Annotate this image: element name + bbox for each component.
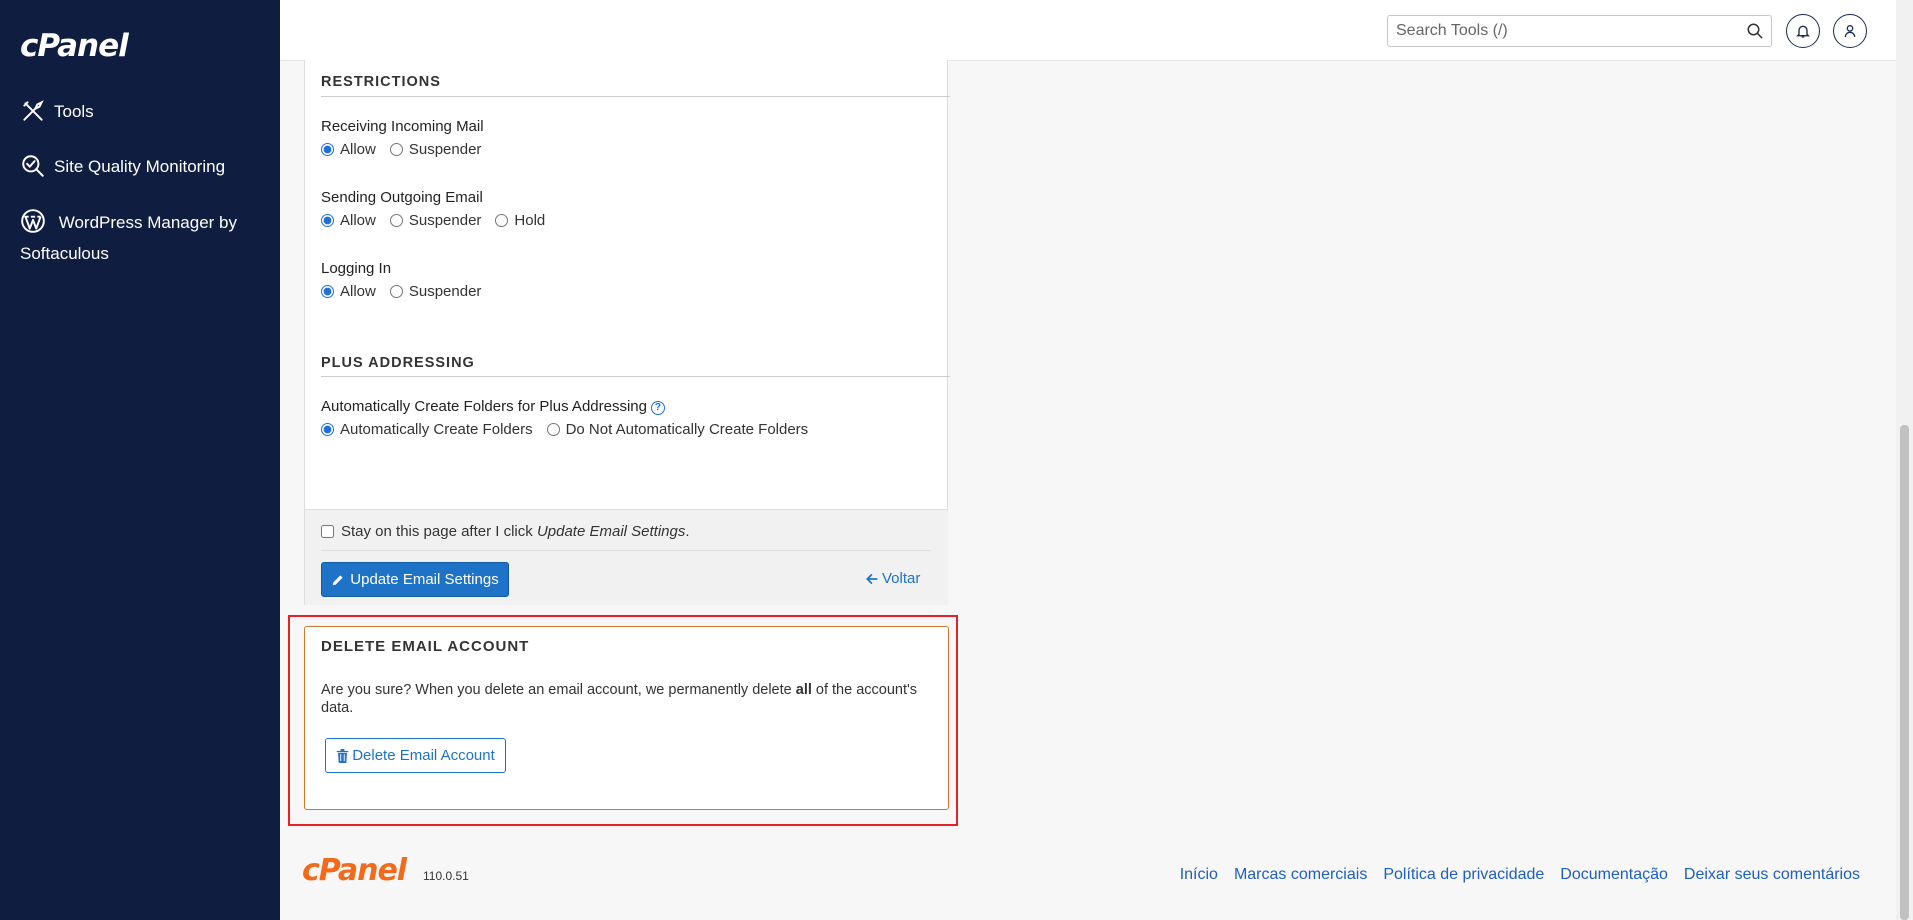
- footer-divider: [321, 550, 931, 551]
- tools-icon: [23, 100, 44, 121]
- wordpress-icon: [21, 209, 45, 233]
- receiving-label: Receiving Incoming Mail: [321, 118, 484, 135]
- top-header: [280, 0, 1896, 61]
- help-icon[interactable]: ?: [650, 401, 665, 415]
- footer-link-home[interactable]: Início: [1180, 866, 1218, 884]
- login-label: Logging In: [321, 260, 392, 277]
- restrictions-title: RESTRICTIONS: [321, 74, 441, 90]
- footer-link-trademarks[interactable]: Marcas comerciais: [1234, 866, 1367, 884]
- login-suspend-radio[interactable]: [389, 285, 403, 298]
- page-scrollbar-thumb[interactable]: [1900, 425, 1909, 920]
- sending-suspend-radio[interactable]: [389, 214, 403, 227]
- sidebar-item-site-quality[interactable]: Site Quality Monitoring: [20, 151, 270, 182]
- sending-allow-option[interactable]: Allow: [321, 212, 376, 229]
- update-email-settings-button[interactable]: Update Email Settings: [321, 562, 509, 597]
- delete-warning-text: Are you sure? When you delete an email a…: [321, 682, 918, 716]
- receiving-allow-radio[interactable]: [321, 143, 334, 156]
- user-icon: [1844, 25, 1856, 38]
- delete-email-account-button[interactable]: Delete Email Account: [325, 738, 506, 773]
- login-allow-radio[interactable]: [321, 285, 334, 298]
- plus-addressing-title: PLUS ADDRESSING: [321, 355, 475, 371]
- search-input[interactable]: [1388, 16, 1728, 46]
- receiving-options: Allow Suspender: [321, 141, 495, 158]
- search-box: [1387, 15, 1772, 47]
- delete-section-title: DELETE EMAIL ACCOUNT: [321, 638, 530, 655]
- stay-on-page-checkbox[interactable]: [321, 525, 334, 538]
- search-icon[interactable]: [1746, 22, 1764, 40]
- section-divider: [321, 376, 950, 377]
- cpanel-logo[interactable]: cPanel: [20, 28, 129, 64]
- receiving-suspend-radio[interactable]: [389, 143, 403, 156]
- pencil-icon: [333, 574, 343, 585]
- email-settings-panel: RESTRICTIONS Receiving Incoming Mail All…: [304, 60, 950, 605]
- bell-icon: [1796, 25, 1810, 38]
- sending-options: Allow Suspender Hold: [321, 212, 559, 229]
- user-menu-button[interactable]: [1833, 14, 1867, 48]
- sending-label: Sending Outgoing Email: [321, 189, 483, 206]
- trash-icon: [336, 748, 349, 763]
- receiving-suspend-option[interactable]: Suspender: [389, 141, 481, 158]
- sidebar-nav: Tools Site Quality Monitoring WordPress …: [20, 96, 270, 293]
- plus-addressing-label: Automatically Create Folders for Plus Ad…: [321, 398, 665, 415]
- notifications-button[interactable]: [1786, 14, 1820, 48]
- auto-create-folders-option[interactable]: Automatically Create Folders: [321, 421, 533, 438]
- login-allow-option[interactable]: Allow: [321, 283, 376, 300]
- sending-hold-radio[interactable]: [495, 214, 509, 227]
- footer-links: Início Marcas comerciais Política de pri…: [1164, 866, 1860, 884]
- receiving-allow-option[interactable]: Allow: [321, 141, 376, 158]
- sending-hold-option[interactable]: Hold: [495, 212, 545, 229]
- footer-cpanel-logo[interactable]: cPanel: [302, 853, 407, 888]
- sidebar: cPanel Tools Site Quality Monitoring Wor…: [0, 0, 280, 920]
- sidebar-item-label: Tools: [54, 102, 94, 121]
- sidebar-item-tools[interactable]: Tools: [20, 96, 270, 127]
- no-auto-create-folders-option[interactable]: Do Not Automatically Create Folders: [546, 421, 808, 438]
- footer-link-privacy[interactable]: Política de privacidade: [1383, 866, 1544, 884]
- login-suspend-option[interactable]: Suspender: [389, 283, 481, 300]
- sidebar-item-wordpress[interactable]: WordPress Manager by Softaculous: [20, 206, 270, 269]
- plus-addressing-options: Automatically Create Folders Do Not Auto…: [321, 421, 822, 438]
- delete-email-account-card: DELETE EMAIL ACCOUNT Are you sure? When …: [304, 626, 949, 810]
- section-divider: [321, 96, 950, 97]
- form-footer: Stay on this page after I click Update E…: [305, 509, 948, 605]
- stay-on-page-option[interactable]: Stay on this page after I click Update E…: [321, 523, 690, 540]
- back-link[interactable]: Voltar: [865, 570, 920, 587]
- sending-allow-radio[interactable]: [321, 214, 334, 227]
- no-auto-create-folders-radio[interactable]: [546, 423, 560, 436]
- footer-link-feedback[interactable]: Deixar seus comentários: [1684, 866, 1860, 884]
- site-quality-icon: [22, 155, 44, 177]
- arrow-left-icon: [866, 573, 878, 584]
- login-options: Allow Suspender: [321, 283, 495, 300]
- sidebar-item-label: Site Quality Monitoring: [54, 157, 226, 176]
- version-label: 110.0.51: [423, 869, 469, 883]
- auto-create-folders-radio[interactable]: [321, 423, 334, 436]
- sidebar-item-label: WordPress Manager by Softaculous: [20, 213, 237, 263]
- footer-link-documentation[interactable]: Documentação: [1560, 866, 1668, 884]
- sending-suspend-option[interactable]: Suspender: [389, 212, 481, 229]
